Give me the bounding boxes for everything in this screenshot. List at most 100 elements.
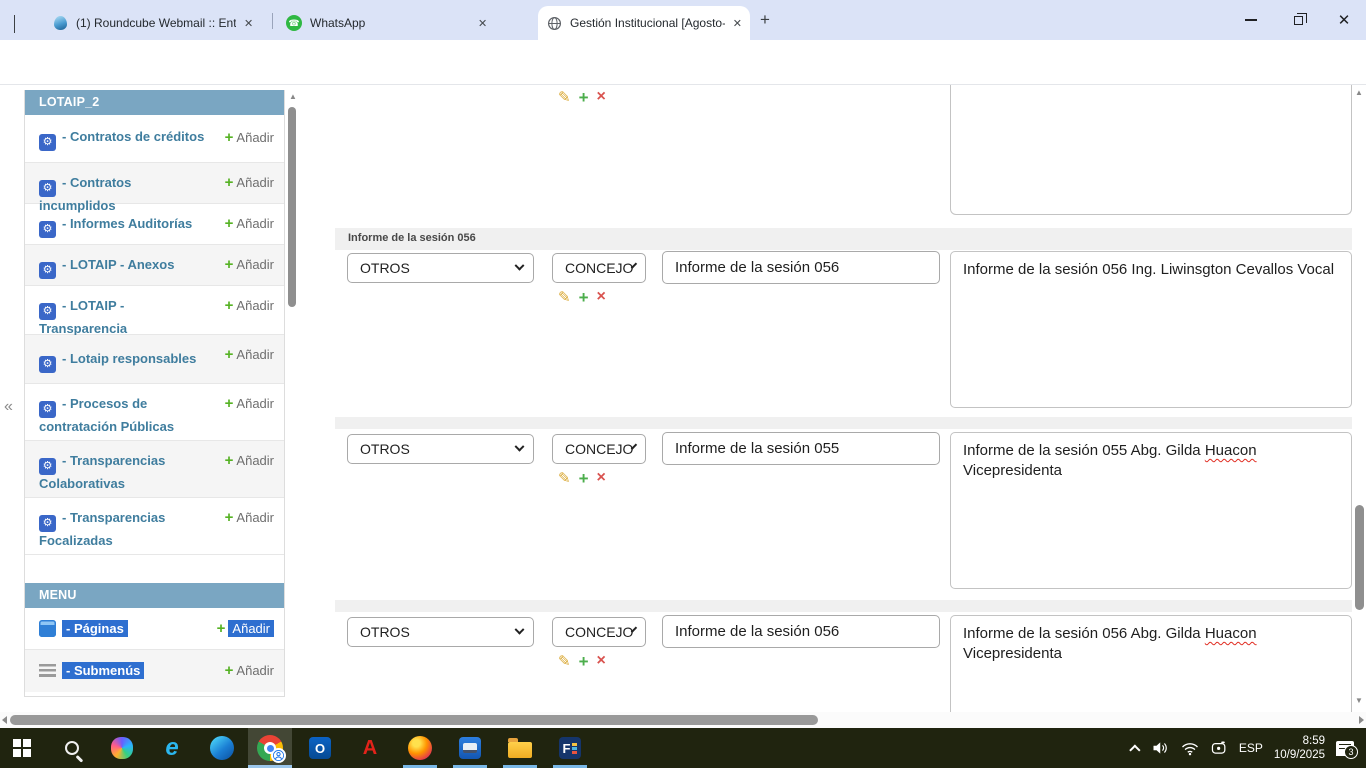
session-detail-textarea[interactable]: Informe de la sesión 056 Abg. Gilda Huac…: [950, 615, 1352, 712]
tab-gestion-institucional[interactable]: Gestión Institucional [Agosto-2 ✕: [538, 6, 750, 40]
session-title-input[interactable]: [662, 615, 940, 648]
volume-icon[interactable]: [1152, 740, 1170, 756]
start-button[interactable]: [0, 728, 44, 768]
category-select[interactable]: OTROS: [347, 253, 534, 283]
tab-search-icon[interactable]: [14, 15, 15, 33]
add-link[interactable]: +Añadir: [225, 345, 274, 365]
sidebar-collapse-icon[interactable]: «: [4, 398, 13, 416]
horizontal-scrollbar-thumb[interactable]: [10, 715, 818, 725]
taskbar-chrome-button[interactable]: [248, 728, 292, 768]
gear-icon: ⚙: [39, 262, 56, 279]
taskbar-acrobat-button[interactable]: A: [348, 728, 392, 768]
tray-expand-icon[interactable]: [1129, 744, 1140, 755]
tab-close-icon[interactable]: ✕: [478, 17, 487, 30]
tab-close-icon[interactable]: ✕: [733, 17, 742, 30]
horizontal-scrollbar[interactable]: [0, 712, 1366, 728]
page-scroll-up-icon[interactable]: ▲: [1355, 89, 1363, 97]
taskbar-internet-explorer-button[interactable]: e: [150, 728, 194, 768]
add-link[interactable]: +Añadir: [225, 173, 274, 193]
window-minimize-button[interactable]: [1229, 0, 1273, 40]
taskbar-edge-button[interactable]: [200, 728, 244, 768]
sidebar-item-contratos-incumplidos[interactable]: ⚙- Contratos incumplidos +Añadir: [25, 163, 284, 204]
organ-select[interactable]: CONCEJO: [552, 617, 646, 647]
delete-x-icon[interactable]: ×: [597, 470, 606, 486]
add-link[interactable]: +Añadir: [225, 296, 274, 316]
delete-x-icon[interactable]: ×: [597, 653, 606, 669]
sidebar-item-procesos-contratacion[interactable]: ⚙- Procesos de contratación Públicas +Añ…: [25, 384, 284, 441]
add-plus-icon[interactable]: +: [579, 289, 589, 306]
tab-close-icon[interactable]: ✕: [244, 17, 253, 30]
notification-center-icon[interactable]: 3: [1336, 741, 1354, 756]
delete-x-icon[interactable]: ×: [597, 289, 606, 305]
add-link[interactable]: +Añadir: [225, 214, 274, 234]
scroll-right-icon[interactable]: [1359, 716, 1364, 724]
scroll-left-icon[interactable]: [2, 716, 7, 724]
sidebar-item-label[interactable]: - Transparencias Focalizadas: [39, 510, 165, 548]
sidebar-item-lotaip-anexos[interactable]: ⚙ - LOTAIP - Anexos +Añadir: [25, 245, 284, 286]
sidebar-scroll-up-icon[interactable]: ▲: [289, 93, 297, 101]
session-title-input[interactable]: [662, 432, 940, 465]
add-plus-icon[interactable]: +: [579, 653, 589, 670]
sidebar-item-label[interactable]: - Submenús: [62, 662, 144, 679]
page-scrollbar-thumb[interactable]: [1355, 505, 1364, 610]
add-link[interactable]: +Añadir: [225, 255, 274, 275]
wifi-icon[interactable]: [1181, 741, 1199, 756]
add-link[interactable]: +Añadir: [217, 619, 274, 639]
session-detail-textarea[interactable]: Informe de la sesión 055 Abg. Gilda Huac…: [950, 432, 1352, 589]
session-detail-textarea[interactable]: [950, 85, 1352, 215]
sidebar-item-informes-auditorias[interactable]: ⚙- Informes Auditorías +Añadir: [25, 204, 284, 245]
window-close-button[interactable]: ✕: [1322, 0, 1366, 40]
taskbar-firefox-button[interactable]: [398, 728, 442, 768]
add-link[interactable]: +Añadir: [225, 128, 274, 148]
category-select[interactable]: OTROS: [347, 617, 534, 647]
sidebar-item-contratos-creditos[interactable]: ⚙- Contratos de créditos +Añadir: [25, 115, 284, 163]
edit-pencil-icon[interactable]: ✎: [558, 469, 571, 487]
sidebar-item-paginas[interactable]: - Páginas +Añadir: [25, 608, 284, 650]
screen-cast-icon[interactable]: [1210, 740, 1228, 756]
notification-badge: 3: [1344, 745, 1358, 759]
add-link[interactable]: +Añadir: [225, 508, 274, 528]
sidebar-item-label[interactable]: - Páginas: [62, 620, 128, 637]
taskbar-outlook-button[interactable]: O: [298, 728, 342, 768]
session-title-input[interactable]: [662, 251, 940, 284]
taskbar-f-app-button[interactable]: F: [548, 728, 592, 768]
taskbar-copilot-button[interactable]: [100, 728, 144, 768]
add-plus-icon[interactable]: +: [579, 470, 589, 487]
tray-clock[interactable]: 8:59 10/9/2025: [1274, 734, 1325, 762]
page-scroll-down-icon[interactable]: ▼: [1355, 697, 1363, 705]
sidebar-item-lotaip-transparencia[interactable]: ⚙- LOTAIP - Transparencia +Añadir: [25, 286, 284, 335]
sidebar-item-label[interactable]: - Informes Auditorías: [62, 216, 192, 231]
edit-pencil-icon[interactable]: ✎: [558, 88, 571, 106]
sidebar-item-label[interactable]: - LOTAIP - Anexos: [62, 257, 174, 272]
delete-x-icon[interactable]: ×: [597, 89, 606, 105]
tab-roundcube[interactable]: (1) Roundcube Webmail :: Entra ✕: [44, 6, 270, 40]
plus-icon: +: [225, 662, 234, 679]
organ-select[interactable]: CONCEJO: [552, 434, 646, 464]
taskbar-search-button[interactable]: [50, 728, 94, 768]
language-indicator[interactable]: ESP: [1239, 741, 1263, 755]
sidebar-item-lotaip-responsables[interactable]: ⚙- Lotaip responsables +Añadir: [25, 335, 284, 384]
add-link[interactable]: +Añadir: [225, 394, 274, 414]
row-separator-band: [335, 600, 1352, 612]
sidebar-item-label[interactable]: - Lotaip responsables: [62, 351, 196, 366]
tab-whatsapp[interactable]: ☎ WhatsApp ✕: [278, 6, 506, 40]
sidebar-scrollbar-thumb[interactable]: [288, 107, 296, 307]
organ-select[interactable]: CONCEJO: [552, 253, 646, 283]
add-plus-icon[interactable]: +: [579, 89, 589, 106]
edit-pencil-icon[interactable]: ✎: [558, 288, 571, 306]
category-select[interactable]: OTROS: [347, 434, 534, 464]
new-tab-button[interactable]: +: [760, 10, 770, 30]
add-link[interactable]: +Añadir: [225, 661, 274, 681]
window-restore-button[interactable]: [1276, 0, 1320, 40]
sidebar-item-submenus[interactable]: - Submenús +Añadir: [25, 650, 284, 692]
sidebar-item-label[interactable]: - Contratos de créditos: [62, 129, 204, 144]
taskbar-scanner-app-button[interactable]: [448, 728, 492, 768]
add-link[interactable]: +Añadir: [225, 451, 274, 471]
session-detail-textarea[interactable]: Informe de la sesión 056 Ing. Liwinsgton…: [950, 251, 1352, 408]
sidebar-item-label[interactable]: - Procesos de contratación Públicas: [39, 396, 174, 434]
taskbar-file-explorer-button[interactable]: [498, 728, 542, 768]
sidebar-item-label[interactable]: - Transparencias Colaborativas: [39, 453, 165, 491]
sidebar-item-transparencias-colaborativas[interactable]: ⚙- Transparencias Colaborativas +Añadir: [25, 441, 284, 498]
sidebar-item-transparencias-focalizadas[interactable]: ⚙- Transparencias Focalizadas +Añadir: [25, 498, 284, 555]
edit-pencil-icon[interactable]: ✎: [558, 652, 571, 670]
